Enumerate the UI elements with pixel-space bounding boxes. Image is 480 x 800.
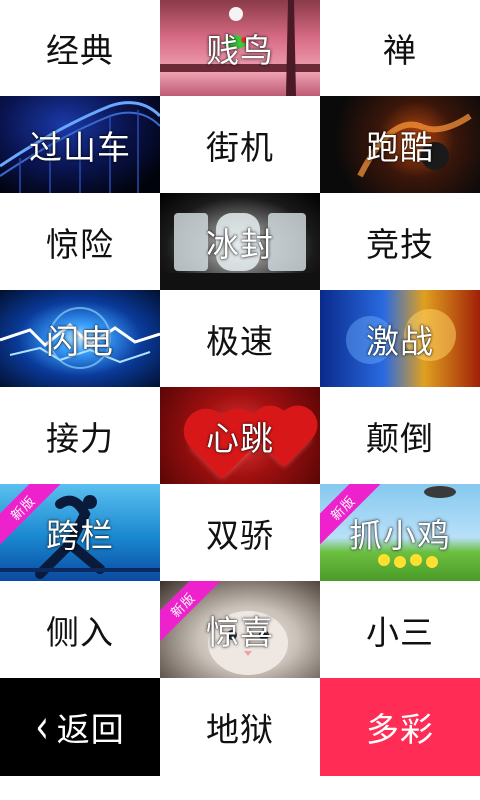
mode-tile-bird[interactable]: 贱鸟 (160, 0, 320, 96)
mode-tile-thrill[interactable]: 惊险 (0, 193, 160, 290)
mode-tile-third[interactable]: 小三 (320, 581, 480, 678)
mode-tile-catch-chick[interactable]: 新版 抓小鸡 (320, 484, 480, 581)
mode-label: 接力 (46, 418, 114, 458)
mode-label: 极速 (206, 321, 274, 361)
mode-label: 小三 (366, 612, 434, 652)
mode-tile-lightning[interactable]: 闪电 (0, 290, 160, 387)
mode-tile-parkour[interactable]: 跑酷 (320, 96, 480, 193)
mode-label: 冰封 (206, 224, 274, 264)
mode-tile-multicolor[interactable]: 多彩 (320, 678, 480, 776)
mode-label: 经典 (46, 31, 114, 70)
mode-label: 跑酷 (366, 127, 434, 167)
mode-tile-speed[interactable]: 极速 (160, 290, 320, 387)
mode-label: 禅 (383, 31, 417, 70)
mode-tile-double[interactable]: 双骄 (160, 484, 320, 581)
mode-label: 双骄 (206, 515, 274, 555)
mode-label: 地狱 (206, 710, 274, 749)
mode-tile-battle[interactable]: 激战 (320, 290, 480, 387)
mode-label: 多彩 (366, 710, 434, 749)
mode-tile-surprise[interactable]: 新版 惊喜 (160, 581, 320, 678)
mode-label: 过山车 (29, 127, 131, 167)
mode-tile-rollercoaster[interactable]: 过山车 (0, 96, 160, 193)
mode-tile-side[interactable]: 侧入 (0, 581, 160, 678)
back-label: 返回 (56, 710, 125, 749)
mode-tile-hell[interactable]: 地狱 (160, 678, 320, 776)
mode-label: 颠倒 (366, 418, 434, 458)
back-chevron-icon: ‹ (35, 699, 49, 755)
mode-tile-relay[interactable]: 接力 (0, 387, 160, 484)
mode-label: 街机 (206, 127, 274, 167)
game-mode-grid: 经典 贱鸟 禅 过山车 街机 跑酷 惊险 冰封 竞技 闪电 极速 激战 接力 心… (0, 0, 480, 776)
mode-label: 抓小鸡 (349, 515, 451, 555)
mode-label: 惊险 (46, 224, 114, 264)
mode-tile-competitive[interactable]: 竞技 (320, 193, 480, 290)
mode-label: 惊喜 (206, 612, 274, 652)
mode-tile-classic[interactable]: 经典 (0, 0, 160, 96)
mode-label: 跨栏 (46, 515, 114, 555)
mode-tile-arcade[interactable]: 街机 (160, 96, 320, 193)
mode-tile-ice[interactable]: 冰封 (160, 193, 320, 290)
mode-tile-upside-down[interactable]: 颠倒 (320, 387, 480, 484)
mode-label: 激战 (366, 321, 434, 361)
mode-label: 心跳 (206, 418, 274, 458)
mode-label: 闪电 (46, 321, 114, 361)
mode-tile-heartbeat[interactable]: 心跳 (160, 387, 320, 484)
mode-tile-zen[interactable]: 禅 (320, 0, 480, 96)
mode-tile-hurdle[interactable]: 新版 跨栏 (0, 484, 160, 581)
mode-label: 竞技 (366, 224, 434, 264)
back-button[interactable]: ‹ 返回 (0, 678, 160, 776)
mode-label: 侧入 (46, 612, 114, 652)
mode-label: 贱鸟 (206, 31, 274, 70)
